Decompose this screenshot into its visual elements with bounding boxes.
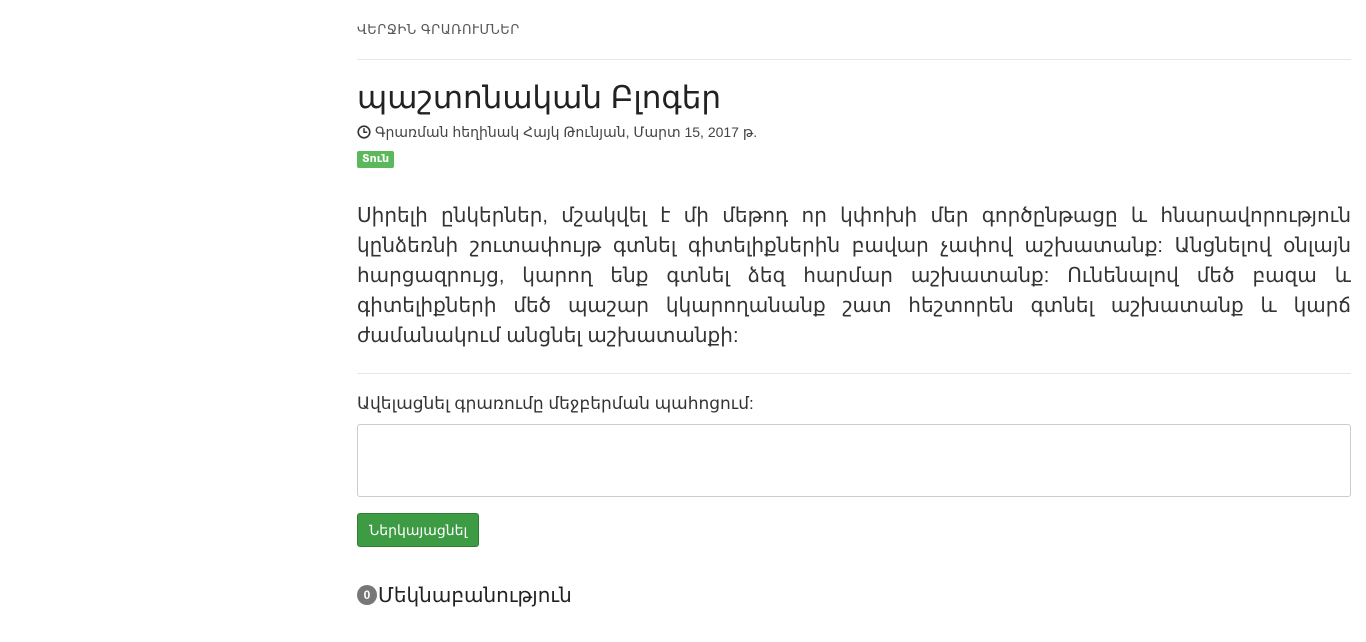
comments-heading-label: Մեկնաբանություն — [378, 584, 572, 607]
comments-heading: 0 Մեկնաբանություն — [357, 583, 572, 607]
comment-label: Ավելացնել գրառումը մեջբերման պահոցում: — [357, 394, 754, 413]
comment-textarea[interactable] — [357, 424, 1351, 497]
post-title: պաշտոնական Բլոգեր — [357, 80, 722, 115]
submit-button[interactable]: Ներկայացնել — [357, 513, 480, 547]
main-content: ՎԵՐՋԻՆ ԳՐԱՌՈՒՄՆԵՐ պաշտոնական Բլոգեր Գրառ… — [357, 0, 1351, 547]
post-body: Սիրելի ընկերներ, մշակվել է մի մեթոդ որ կ… — [357, 205, 1351, 347]
page: ՎԵՐՋԻՆ ԳՐԱՌՈՒՄՆԵՐ պաշտոնական Բլոգեր Գրառ… — [0, 0, 1366, 642]
section-header: ՎԵՐՋԻՆ ԳՐԱՌՈՒՄՆԵՐ — [357, 22, 520, 37]
post-meta: Գրառման հեղինակ Հայկ Թունյան, Մարտ 15, 2… — [357, 124, 1351, 140]
comment-count-badge: 0 — [357, 585, 377, 605]
divider — [357, 59, 1351, 60]
post-meta-text: Գրառման հեղինակ Հայկ Թունյան, Մարտ 15, 2… — [375, 124, 758, 140]
clock-icon — [357, 125, 371, 139]
divider — [357, 373, 1351, 374]
post-tag-badge[interactable]: Տուն — [357, 151, 395, 168]
